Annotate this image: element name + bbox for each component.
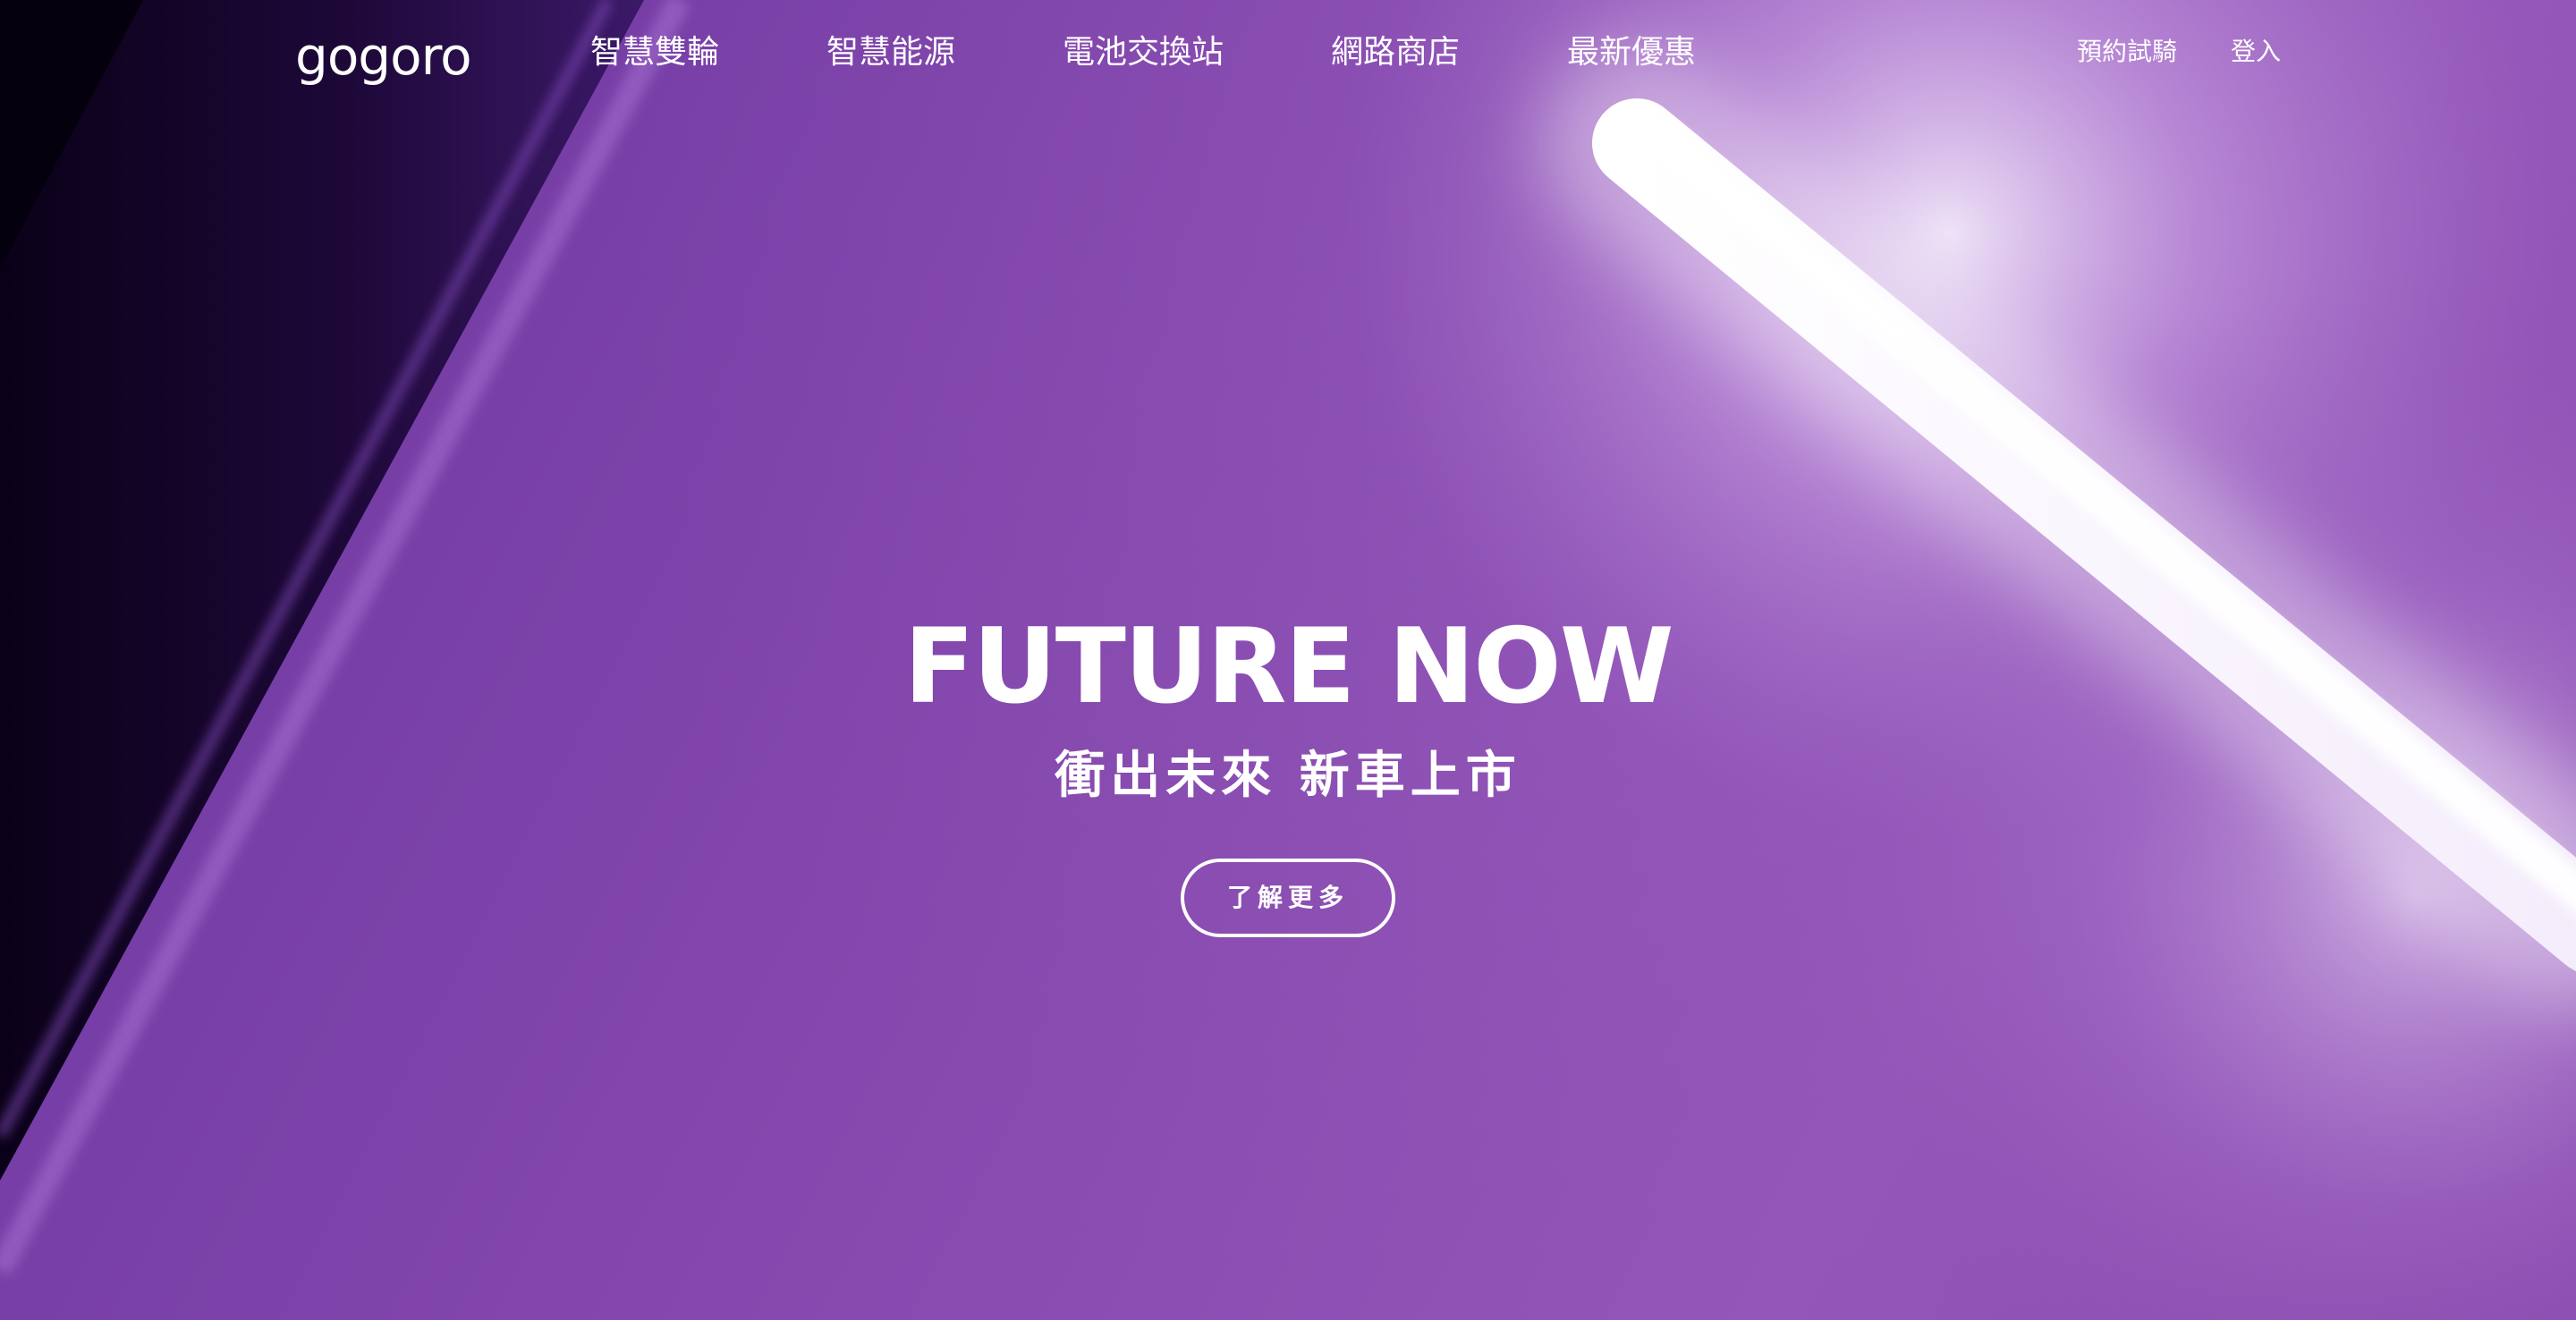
nav-item-battery-swap-stations[interactable]: 電池交換站	[1063, 30, 1224, 75]
login-link[interactable]: 登入	[2231, 34, 2281, 70]
learn-more-button[interactable]: 了解更多	[1181, 859, 1395, 937]
hero-headline: FUTURE NOW	[903, 606, 1674, 727]
nav-item-smart-scooters[interactable]: 智慧雙輪	[590, 30, 719, 75]
test-ride-link[interactable]: 預約試騎	[2077, 34, 2177, 70]
hero-section: gogoro 智慧雙輪 智慧能源 電池交換站 網路商店 最新優惠 預約試騎 登入…	[0, 0, 2576, 1320]
nav-item-online-store[interactable]: 網路商店	[1331, 30, 1460, 75]
hero-subheadline: 衝出未來 新車上市	[1055, 747, 1521, 805]
nav-item-latest-offers[interactable]: 最新優惠	[1567, 30, 1696, 75]
top-navigation: gogoro 智慧雙輪 智慧能源 電池交換站 網路商店 最新優惠 預約試騎 登入	[0, 0, 2576, 107]
nav-item-smart-energy[interactable]: 智慧能源	[826, 30, 955, 75]
gogoro-logo[interactable]: gogoro	[295, 30, 472, 82]
